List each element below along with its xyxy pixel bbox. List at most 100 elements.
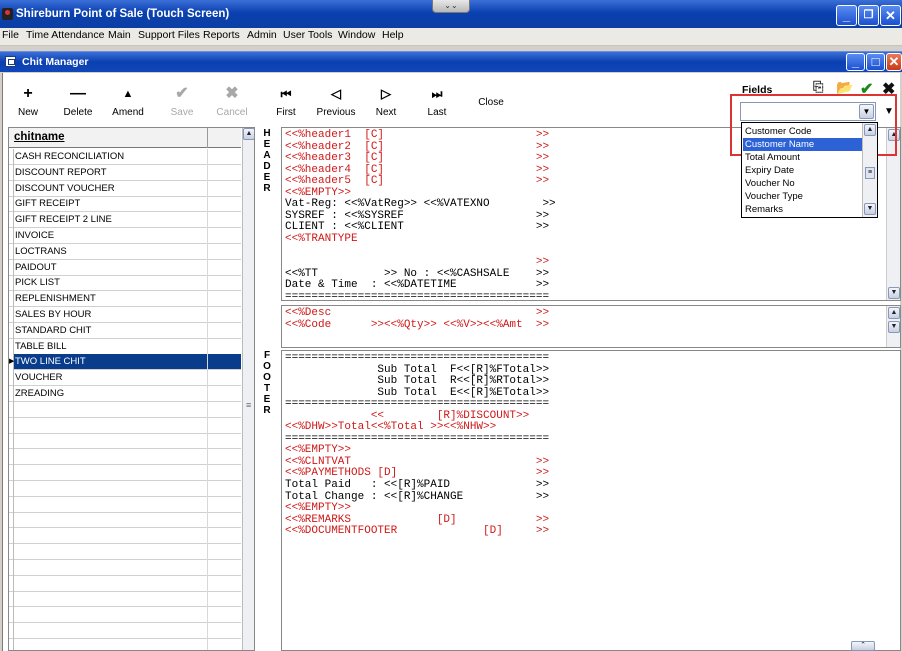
new-label: New: [17, 107, 38, 118]
chitname-header-label: chitname: [14, 131, 65, 143]
list-item[interactable]: GIFT RECEIPT: [9, 196, 241, 213]
chitname-cell: PICK LIST: [15, 277, 60, 289]
last-button[interactable]: ⏭ Last: [411, 84, 463, 118]
check-icon: ✔: [175, 85, 189, 102]
empty-list-row: [9, 575, 241, 592]
minimize-button[interactable]: _: [836, 5, 857, 26]
field-option[interactable]: Voucher No: [743, 177, 862, 190]
scroll-down-icon[interactable]: ▼: [864, 203, 876, 215]
empty-list-row: [9, 433, 241, 450]
child-close-button[interactable]: ✕: [886, 53, 902, 71]
menu-main[interactable]: Main: [108, 29, 131, 41]
field-option[interactable]: Total Amount: [743, 151, 862, 164]
list-item[interactable]: GIFT RECEIPT 2 LINE: [9, 212, 241, 229]
restore-button[interactable]: ❐: [858, 5, 879, 26]
row-indicator: [9, 338, 14, 355]
detail-template-pane[interactable]: <<%Desc >> <<%Code >><<%Qty>> <<%V>><<%Am…: [281, 305, 901, 348]
first-button[interactable]: ⏮ First: [260, 84, 312, 118]
column-separator: [207, 480, 208, 497]
collapse-grip-icon[interactable]: ⌄⌄: [432, 0, 470, 13]
next-button[interactable]: ▷ Next: [360, 84, 412, 118]
menu-support-files[interactable]: Support Files: [138, 29, 200, 41]
save-button[interactable]: ✔ Save: [156, 84, 208, 118]
chitname-cell: INVOICE: [15, 230, 55, 241]
fields-dropdown-list[interactable]: Customer Code Customer Name Total Amount Ex…: [741, 122, 878, 218]
close-window-button[interactable]: Close: [465, 94, 517, 108]
list-item[interactable]: STANDARD CHIT: [9, 322, 241, 339]
list-item[interactable]: PAIDOUT: [9, 259, 241, 276]
list-item[interactable]: DISCOUNT VOUCHER: [9, 180, 241, 197]
child-maximize-button[interactable]: □: [866, 53, 885, 71]
menu-time-attendance[interactable]: Time Attendance: [26, 29, 104, 41]
row-indicator: [9, 401, 14, 418]
field-option[interactable]: Expiry Date: [743, 164, 862, 177]
cancel-button[interactable]: ✖ Cancel: [206, 84, 258, 118]
chitname-cell: VOUCHER: [15, 372, 63, 384]
field-option[interactable]: Voucher Type: [743, 190, 862, 203]
menu-user-tools[interactable]: User Tools: [283, 29, 332, 41]
detail-template-text[interactable]: <<%Desc >> <<%Code >><<%Qty>> <<%V>><<%Am…: [285, 307, 549, 331]
list-item[interactable]: ▶ TWO LINE CHIT: [9, 354, 241, 371]
scroll-down-icon[interactable]: ▼: [888, 321, 900, 333]
footer-template-pane[interactable]: ========================================…: [281, 350, 901, 651]
menu-window[interactable]: Window: [338, 29, 375, 41]
field-option[interactable]: Customer Code: [743, 125, 862, 138]
field-option[interactable]: Remarks: [743, 203, 862, 216]
row-indicator: [9, 607, 14, 624]
scroll-up-icon[interactable]: ▲: [864, 124, 876, 136]
delete-button[interactable]: — Delete: [52, 84, 104, 118]
list-item[interactable]: INVOICE: [9, 228, 241, 244]
list-item[interactable]: TABLE BILL: [9, 338, 241, 355]
field-option[interactable]: Customer Name: [743, 138, 862, 151]
list-item[interactable]: DISCOUNT REPORT: [9, 164, 241, 181]
list-item[interactable]: REPLENISHMENT: [9, 291, 241, 308]
detail-pane-scrollbar[interactable]: ▲ ▼: [886, 306, 900, 347]
column-separator: [207, 275, 208, 292]
child-minimize-button[interactable]: _: [846, 53, 865, 71]
chitname-column-header[interactable]: chitname: [9, 128, 241, 148]
empty-list-row: [9, 465, 241, 481]
row-indicator: [9, 196, 14, 213]
chitname-cell: PAIDOUT: [15, 261, 57, 273]
footer-template-text[interactable]: ========================================…: [285, 352, 549, 538]
column-separator: [207, 449, 208, 466]
header-template-text[interactable]: <<%header1 [C] >> <<%header2 [C] >> <<%hea…: [285, 129, 556, 300]
scroll-up-icon[interactable]: ▲: [888, 307, 900, 319]
scroll-up-icon[interactable]: ▲: [243, 128, 254, 140]
header-letter: A: [263, 150, 271, 161]
scroll-down-icon[interactable]: ▼: [888, 287, 900, 299]
list-item[interactable]: SALES BY HOUR: [9, 307, 241, 323]
list-item[interactable]: LOCTRANS: [9, 243, 241, 260]
row-indicator: [9, 386, 14, 402]
list-item[interactable]: ZREADING: [9, 386, 241, 402]
row-indicator: [9, 322, 14, 339]
template-line: <<%header1 [C] >>: [285, 129, 550, 141]
column-separator: [207, 338, 208, 355]
header-letter: E: [263, 139, 271, 150]
insert-field-icon[interactable]: ⎘: [813, 79, 823, 95]
menu-help[interactable]: Help: [382, 29, 404, 41]
bottom-grip-icon[interactable]: ⌃: [851, 641, 875, 651]
fields-dropdown-scrollbar[interactable]: ▲ ≡ ▼: [862, 123, 877, 217]
chevron-down-icon[interactable]: ▼: [859, 104, 874, 119]
amend-button[interactable]: ▲ Amend: [102, 84, 154, 118]
chitname-cell: GIFT RECEIPT 2 LINE: [15, 214, 112, 226]
fields-combo[interactable]: ▼: [740, 102, 876, 121]
menu-reports[interactable]: Reports: [203, 29, 240, 41]
new-button[interactable]: + New: [2, 84, 54, 118]
chit-list-scrollbar[interactable]: ▲ ≡: [242, 128, 254, 650]
previous-button[interactable]: ◁ Previous: [310, 84, 362, 118]
close-button[interactable]: ✕: [880, 5, 901, 26]
close-label: Close: [478, 97, 504, 108]
footer-letter: O: [263, 372, 271, 383]
list-item[interactable]: PICK LIST: [9, 275, 241, 292]
row-indicator: [9, 465, 14, 481]
menu-file[interactable]: File: [2, 29, 19, 41]
app-icon: [2, 8, 13, 20]
x-icon: ✖: [225, 85, 239, 102]
list-item[interactable]: VOUCHER: [9, 370, 241, 387]
scroll-thumb-icon[interactable]: ≡: [865, 167, 875, 179]
menu-admin[interactable]: Admin: [247, 29, 277, 41]
list-item[interactable]: CASH RECONCILIATION: [9, 149, 241, 165]
header-letter: H: [263, 128, 271, 139]
